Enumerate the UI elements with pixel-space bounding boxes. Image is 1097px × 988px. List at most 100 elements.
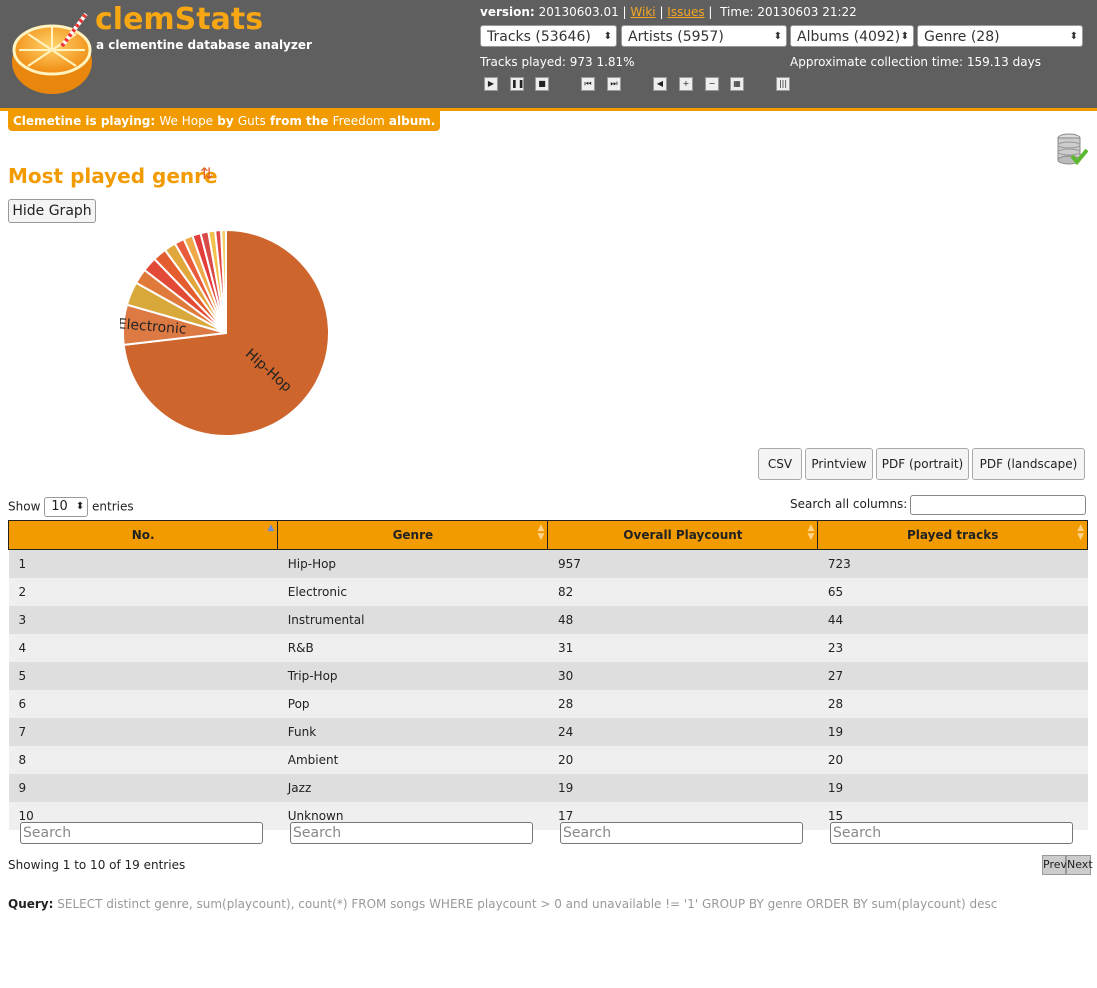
albums-select-value: Albums (4092) xyxy=(797,29,901,45)
cell-playcount: 30 xyxy=(547,662,818,690)
query-text: SELECT distinct genre, sum(playcount), c… xyxy=(57,897,998,911)
table-row: 3 Instrumental 48 44 xyxy=(8,606,1088,634)
table-row: 7 Funk 24 19 xyxy=(8,718,1088,746)
cell-genre: Jazz xyxy=(277,774,548,802)
next-icon[interactable]: ⏭ xyxy=(607,77,621,91)
sort-icon: ▲ ▼ xyxy=(537,523,545,542)
version-value: 20130603.01 xyxy=(538,5,619,19)
now-playing-track: We Hope xyxy=(159,114,214,128)
stop-icon[interactable]: ■ xyxy=(535,77,549,91)
cell-played-tracks: 27 xyxy=(817,662,1088,690)
cell-played-tracks: 19 xyxy=(817,718,1088,746)
wiki-link[interactable]: Wiki xyxy=(630,5,655,19)
cell-playcount: 957 xyxy=(547,549,818,578)
column-header-no[interactable]: No. ▲ xyxy=(7,520,279,550)
genre-table: No. ▲ Genre ▲ ▼ Overall Playcount ▲ ▼ Played … xyxy=(7,520,1088,830)
next-button[interactable]: Next xyxy=(1066,855,1093,875)
now-playing-from: from the xyxy=(269,114,329,128)
app-title: clemStats xyxy=(95,2,264,37)
pdf-landscape-button[interactable]: PDF (landscape) xyxy=(972,448,1085,480)
table-header-row: No. ▲ Genre ▲ ▼ Overall Playcount ▲ ▼ Played … xyxy=(7,520,1088,550)
showing-info: Showing 1 to 10 of 19 entries xyxy=(8,858,186,872)
sort-asc-icon: ▲ xyxy=(267,523,275,533)
select-arrows-icon: ⬍ xyxy=(900,31,909,42)
now-playing-suffix: album. xyxy=(388,114,436,128)
volume-icon[interactable]: ◀ xyxy=(653,77,667,91)
cell-playcount: 31 xyxy=(547,634,818,662)
table-body: 1 Hip-Hop 957 723 2 Electronic 82 65 3 Instrument… xyxy=(8,549,1088,830)
show-label: Show xyxy=(8,499,41,514)
cell-genre: Hip-Hop xyxy=(277,549,548,578)
pdf-portrait-button[interactable]: PDF (portrait) xyxy=(876,448,969,480)
printview-button[interactable]: Printview xyxy=(805,448,873,480)
search-played-input[interactable]: Search xyxy=(830,822,1073,844)
prev-button[interactable]: Prev xyxy=(1042,855,1067,875)
cell-played-tracks: 19 xyxy=(817,774,1088,802)
grid-icon[interactable]: ▦ xyxy=(730,77,744,91)
cell-genre: R&B xyxy=(277,634,548,662)
cell-playcount: 48 xyxy=(547,606,818,634)
cell-no: 9 xyxy=(8,774,278,802)
genre-select[interactable]: Genre (28) ⬍ xyxy=(917,25,1083,47)
cell-played-tracks: 20 xyxy=(817,746,1088,774)
cell-playcount: 24 xyxy=(547,718,818,746)
time-label: Time: xyxy=(720,5,754,19)
database-check-icon[interactable] xyxy=(1056,132,1088,166)
volume-down-icon[interactable]: − xyxy=(705,77,719,91)
show-entries: Show 10 ⬍ entries xyxy=(8,497,134,517)
select-arrows-icon: ⬍ xyxy=(75,501,85,512)
table-row: 6 Pop 28 28 xyxy=(8,690,1088,718)
now-playing-bar: Clemetine is playing: We Hope by Guts fr… xyxy=(8,111,441,131)
cell-no: 5 xyxy=(8,662,278,690)
entries-label: entries xyxy=(92,499,134,514)
orange-logo-icon xyxy=(12,12,92,94)
pause-icon[interactable]: ❚❚ xyxy=(510,77,524,91)
cell-no: 7 xyxy=(8,718,278,746)
column-header-label: Overall Playcount xyxy=(623,528,743,542)
search-all-input[interactable] xyxy=(910,495,1086,515)
column-header-label: Genre xyxy=(392,528,434,542)
section-title: Most played genre xyxy=(8,164,218,188)
artists-select[interactable]: Artists (5957) ⬍ xyxy=(621,25,787,47)
search-no-input[interactable]: Search xyxy=(20,822,263,844)
tracks-select[interactable]: Tracks (53646) ⬍ xyxy=(480,25,617,47)
sort-icon: ▲ ▼ xyxy=(807,523,815,542)
now-playing-by: by xyxy=(217,114,234,128)
issues-link[interactable]: Issues xyxy=(667,5,704,19)
cell-played-tracks: 23 xyxy=(817,634,1088,662)
cell-genre: Trip-Hop xyxy=(277,662,548,690)
column-header-genre[interactable]: Genre ▲ ▼ xyxy=(277,520,549,550)
column-header-label: No. xyxy=(131,528,155,542)
version-line: version: 20130603.01 | Wiki | Issues | T… xyxy=(480,5,857,19)
cell-no: 6 xyxy=(8,690,278,718)
equalizer-icon[interactable]: ||| xyxy=(776,77,790,91)
column-header-playcount[interactable]: Overall Playcount ▲ ▼ xyxy=(547,520,819,550)
column-header-played-tracks[interactable]: Played tracks ▲ ▼ xyxy=(817,520,1088,550)
table-row: 1 Hip-Hop 957 723 xyxy=(8,549,1088,578)
select-arrows-icon: ⬍ xyxy=(1069,31,1078,42)
csv-button[interactable]: CSV xyxy=(758,448,802,480)
entries-select-value: 10 xyxy=(51,499,68,514)
cell-genre: Pop xyxy=(277,690,548,718)
volume-up-icon[interactable]: + xyxy=(679,77,693,91)
genre-pie-chart: Hip-HopElectronic xyxy=(120,228,330,437)
select-arrows-icon: ⬍ xyxy=(603,31,612,42)
search-all-label: Search all columns: xyxy=(790,497,908,511)
sort-icon: ▲ ▼ xyxy=(1077,523,1084,542)
cell-no: 1 xyxy=(8,549,278,578)
time-value: 20130603 21:22 xyxy=(757,5,857,19)
table-row: 4 R&B 31 23 xyxy=(8,634,1088,662)
cell-no: 2 xyxy=(8,578,278,606)
cell-genre: Ambient xyxy=(277,746,548,774)
albums-select[interactable]: Albums (4092) ⬍ xyxy=(790,25,914,47)
previous-icon[interactable]: ⏮ xyxy=(581,77,595,91)
search-genre-input[interactable]: Search xyxy=(290,822,533,844)
search-playcount-input[interactable]: Search xyxy=(560,822,803,844)
table-row: 8 Ambient 20 20 xyxy=(8,746,1088,774)
hide-graph-button[interactable]: Hide Graph xyxy=(8,199,96,223)
cell-played-tracks: 65 xyxy=(817,578,1088,606)
refresh-icon[interactable]: ⇅ xyxy=(200,164,213,183)
entries-select[interactable]: 10 ⬍ xyxy=(44,497,89,517)
genre-select-value: Genre (28) xyxy=(924,29,1000,45)
play-icon[interactable]: ▶ xyxy=(484,77,498,91)
